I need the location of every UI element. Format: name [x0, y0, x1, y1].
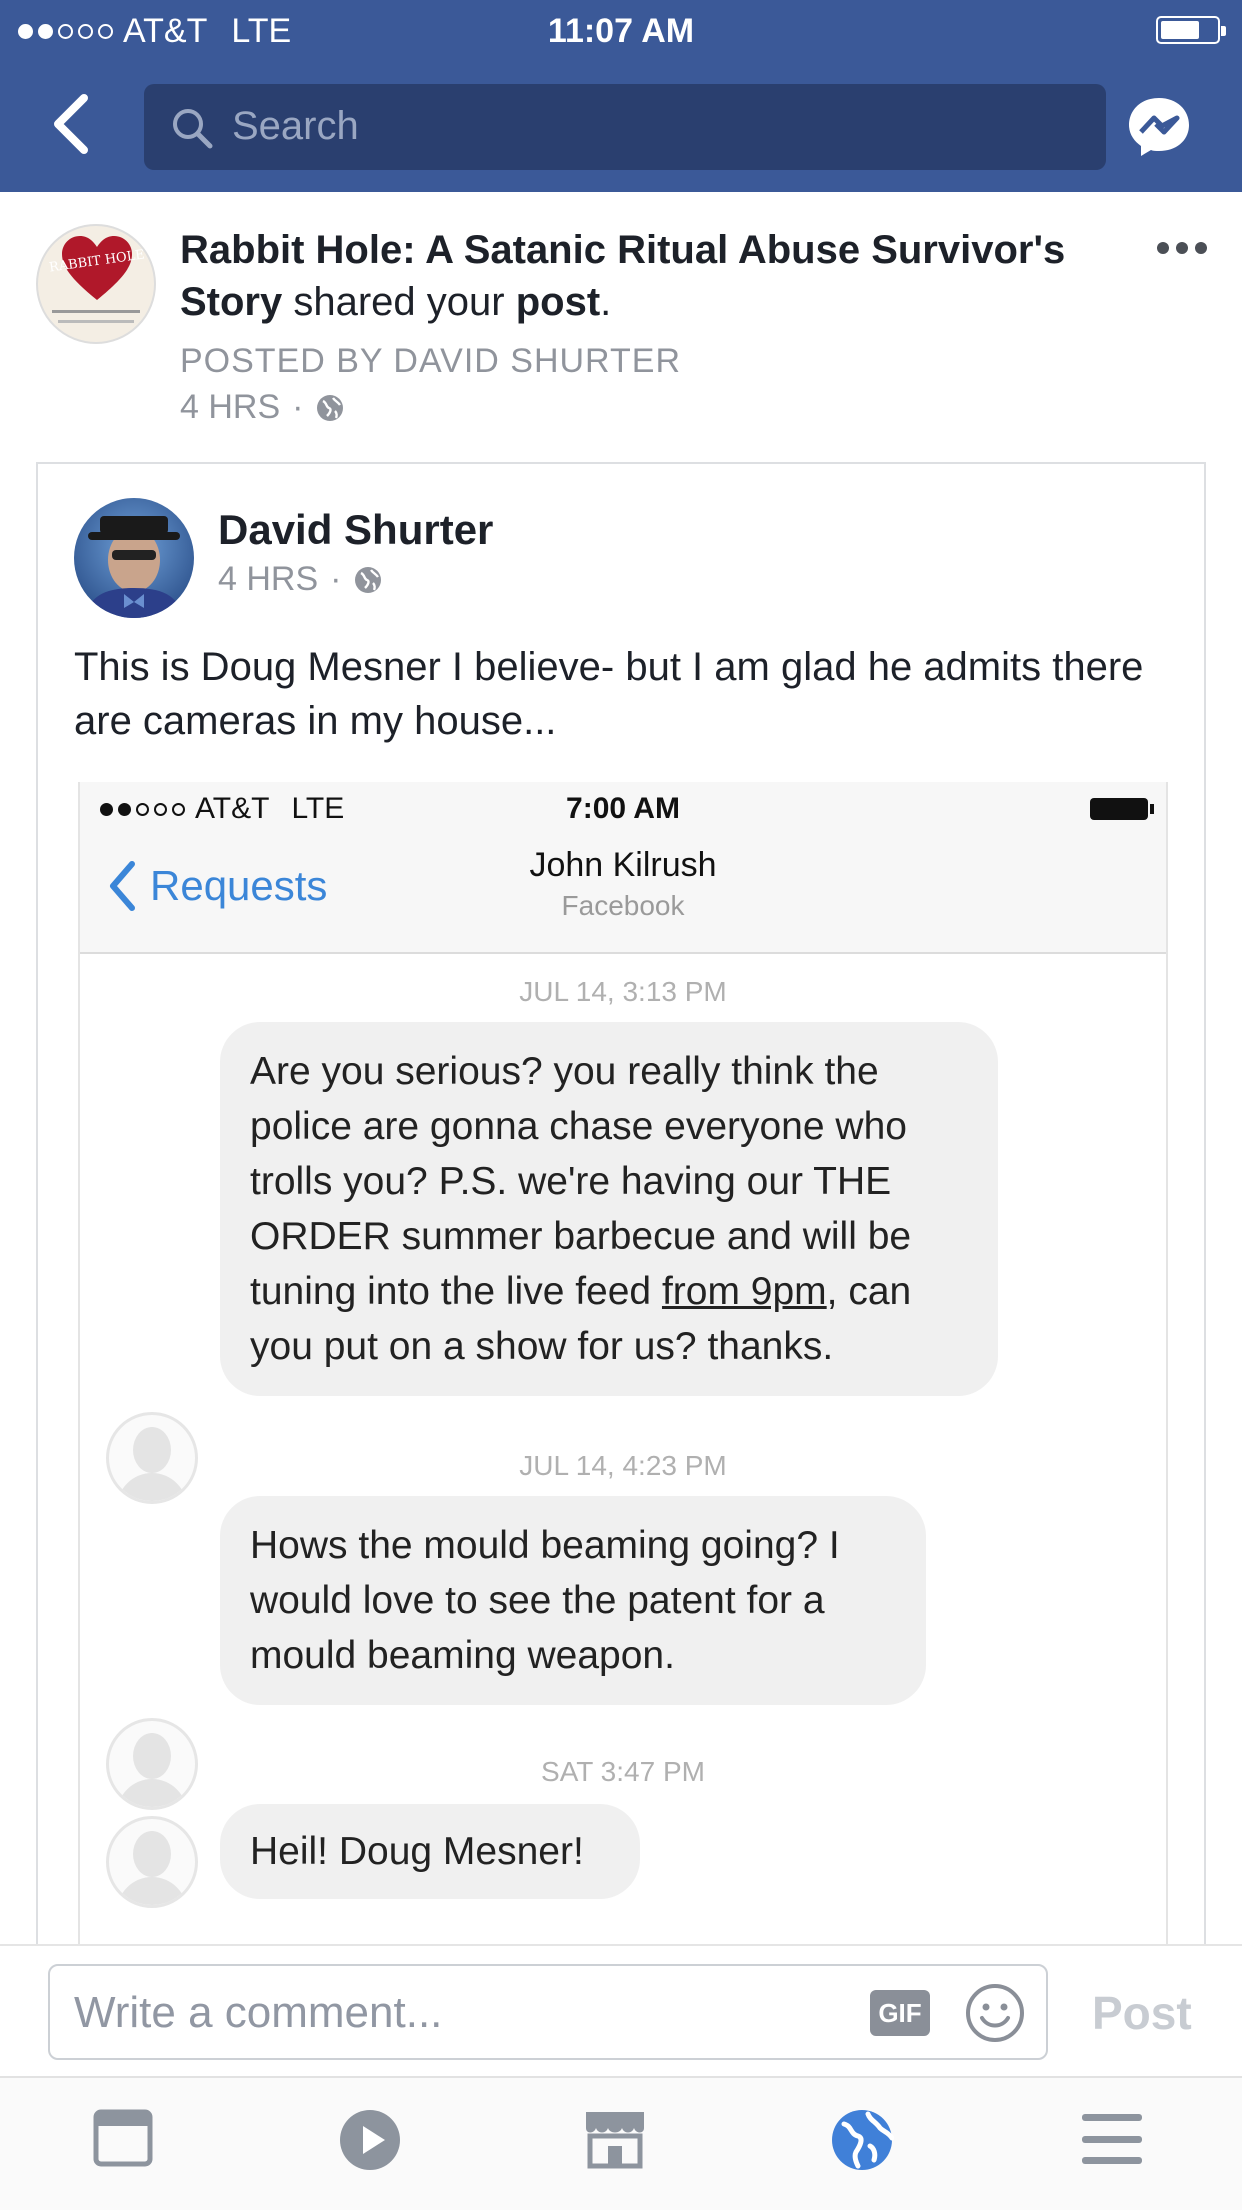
battery-icon — [1090, 798, 1154, 820]
page-avatar[interactable]: RABBIT HOLE — [36, 224, 156, 344]
tab-marketplace[interactable] — [582, 2108, 648, 2175]
battery-icon — [1156, 16, 1226, 44]
news-feed-icon — [93, 2109, 153, 2167]
author-avatar[interactable] — [74, 498, 194, 618]
messenger-icon — [1129, 98, 1189, 156]
notification-time: 4 HRS — [180, 388, 281, 426]
menu-icon — [1082, 2114, 1142, 2164]
screenshot-contact-name: John Kilrush — [529, 846, 717, 884]
message-timestamp: JUL 14, 3:13 PM — [519, 976, 727, 1007]
more-dots-icon — [1157, 242, 1207, 254]
message-bubble: Are you serious? you really think the po… — [220, 1022, 998, 1396]
sender-avatar — [106, 1816, 198, 1908]
message-bubble: Hows the mould beaming going? I would lo… — [220, 1496, 926, 1705]
tab-notifications[interactable] — [830, 2108, 895, 2177]
notification-meta: 4 HRS · — [180, 388, 345, 427]
posted-by-label: POSTED BY DAVID SHURTER — [180, 342, 681, 380]
messenger-button[interactable] — [1126, 94, 1192, 165]
message-timestamp: SAT 3:47 PM — [541, 1756, 705, 1787]
post-image-screenshot[interactable]: AT&T LTE 7:00 AM Requests John Kilrush F… — [78, 782, 1168, 1962]
screenshot-nav-bar: AT&T LTE 7:00 AM Requests John Kilrush F… — [80, 782, 1166, 954]
post-comment-button[interactable]: Post — [1092, 1986, 1192, 2040]
globe-icon — [317, 394, 344, 421]
emoji-button[interactable] — [964, 1982, 1026, 2049]
author-name[interactable]: David Shurter — [218, 506, 493, 554]
comment-input[interactable]: Write a comment... GIF — [48, 1964, 1048, 2060]
tab-menu[interactable] — [1080, 2112, 1144, 2171]
search-input[interactable]: Search — [144, 84, 1106, 170]
tab-news-feed[interactable] — [92, 2108, 154, 2173]
status-bar: AT&T LTE 11:07 AM — [0, 0, 1242, 62]
smiley-icon — [966, 1984, 1024, 2042]
post-meta: 4 HRS · — [218, 560, 383, 599]
back-button[interactable] — [48, 92, 108, 162]
video-icon — [340, 2110, 400, 2170]
message-bubble: Heil! Doug Mesner! — [220, 1804, 640, 1899]
notification-text: Rabbit Hole: A Satanic Ritual Abuse Surv… — [180, 228, 1066, 324]
marketplace-icon — [586, 2112, 644, 2169]
bottom-tab-bar — [0, 2076, 1242, 2210]
post-text: This is Doug Mesner I believe- but I am … — [74, 645, 1144, 743]
more-options-button[interactable] — [1156, 240, 1208, 261]
comment-bar: Write a comment... GIF Post — [0, 1944, 1242, 2078]
post-link[interactable]: post — [516, 280, 600, 324]
globe-icon — [355, 566, 382, 593]
navigation-bar: AT&T LTE 11:07 AM Search — [0, 0, 1242, 192]
screenshot-contact-source: Facebook — [561, 890, 685, 921]
post-time: 4 HRS — [218, 560, 319, 598]
message-timestamp: JUL 14, 4:23 PM — [519, 1450, 727, 1481]
status-time: 11:07 AM — [547, 12, 695, 50]
search-placeholder: Search — [232, 104, 359, 148]
search-icon — [173, 109, 213, 149]
notifications-globe-icon — [832, 2110, 895, 2170]
comment-placeholder: Write a comment... — [74, 1988, 443, 2037]
shared-post-card[interactable]: David Shurter 4 HRS · This is Doug Mesne… — [36, 462, 1206, 1962]
gif-button[interactable]: GIF — [870, 1990, 930, 2036]
tab-video[interactable] — [338, 2108, 402, 2177]
chevron-left-icon — [54, 94, 88, 154]
